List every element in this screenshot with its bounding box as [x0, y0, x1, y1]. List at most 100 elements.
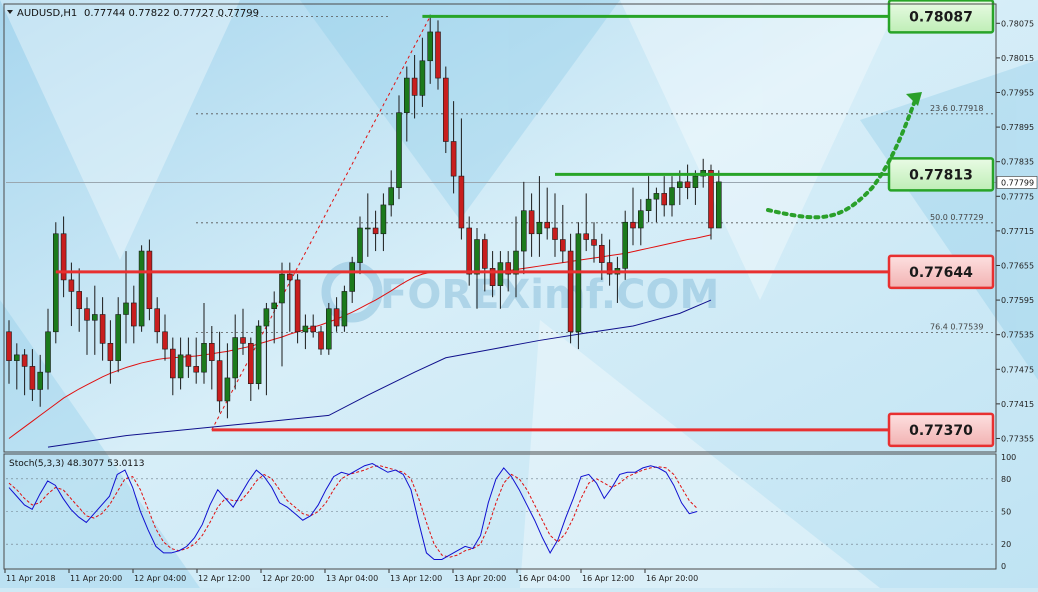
candle-body — [591, 239, 597, 246]
y-tick-label: 0.77535 — [1001, 331, 1034, 340]
candle-body — [669, 187, 675, 206]
candle-body — [349, 262, 356, 292]
candle-body — [481, 239, 488, 269]
candle-body — [544, 221, 551, 229]
x-tick-label: 12 Apr 12:00 — [198, 574, 250, 583]
candle-body — [692, 175, 699, 188]
candle-body — [411, 77, 418, 96]
candle-body — [708, 170, 714, 229]
candle-body — [302, 325, 309, 333]
candle-body — [364, 227, 371, 230]
candle-body — [209, 343, 215, 361]
candle-body — [661, 193, 668, 206]
fib-label-76.4: 76.4 0.77539 — [930, 322, 983, 331]
candle-body — [567, 250, 574, 333]
candle-body — [427, 31, 434, 62]
candle-body — [325, 308, 332, 350]
x-tick-label: 16 Apr 20:00 — [646, 574, 698, 583]
x-tick-label: 16 Apr 04:00 — [518, 574, 570, 583]
candle-body — [372, 227, 379, 235]
candle-body — [84, 308, 90, 321]
y-tick-label: 0.77655 — [1001, 261, 1034, 270]
candle-body — [271, 302, 278, 310]
candle-body — [676, 181, 683, 188]
y-tick-label: 0.78015 — [1001, 54, 1034, 63]
stoch-tick-label: 0 — [1001, 562, 1006, 571]
chart-canvas: FOREXimf.COM 23.6 0.77918 50.0 0.77729 76.… — [0, 0, 1038, 588]
candle-body — [357, 227, 363, 263]
candle-body — [442, 77, 449, 142]
candle-body — [622, 221, 629, 269]
candle-body — [403, 77, 410, 113]
stoch-tick-label: 50 — [1001, 508, 1011, 517]
candle-body — [435, 31, 441, 79]
candle-body — [458, 175, 465, 229]
candle-body — [575, 233, 582, 333]
candle-body — [170, 348, 176, 379]
y-tick-label: 0.77355 — [1001, 434, 1034, 443]
candle-body — [388, 187, 395, 206]
candle-body — [333, 308, 340, 327]
current-price-label: 0.77799 — [1001, 178, 1034, 187]
level-label-0.77813: 0.77813 — [909, 167, 973, 183]
candle-body — [255, 325, 262, 384]
candle-body — [286, 273, 293, 281]
level-label-0.77370: 0.77370 — [909, 423, 973, 439]
candle-body — [193, 366, 199, 373]
candle-body — [232, 337, 238, 379]
candle-body — [637, 210, 644, 229]
y-tick-label: 0.77595 — [1001, 296, 1034, 305]
candle-body — [14, 354, 20, 361]
candle-body — [630, 221, 636, 229]
candle-body — [341, 291, 348, 327]
watermark-text: FOREXimf.COM — [380, 272, 719, 318]
x-tick-label: 12 Apr 20:00 — [262, 574, 314, 583]
x-tick-label: 16 Apr 12:00 — [582, 574, 634, 583]
candle-body — [6, 331, 12, 361]
stoch-tick-label: 80 — [1001, 475, 1011, 484]
candle-body — [138, 250, 145, 327]
candle-body — [466, 227, 473, 275]
candle-body — [162, 331, 168, 350]
y-tick-label: 0.78075 — [1001, 19, 1034, 28]
candle-body — [419, 60, 426, 96]
candle-body — [68, 279, 75, 292]
y-tick-label: 0.77715 — [1001, 227, 1034, 236]
candle-body — [201, 343, 207, 373]
candle-body — [474, 239, 480, 275]
candle-body — [583, 233, 590, 240]
candle-body — [76, 291, 82, 310]
candle-body — [536, 221, 543, 235]
symbol-label: AUDUSD,H1 — [17, 8, 77, 19]
x-tick-label: 11 Apr 2018 — [6, 574, 55, 583]
candle-body — [123, 302, 129, 315]
x-tick-label: 13 Apr 04:00 — [326, 574, 378, 583]
x-tick-label: 13 Apr 12:00 — [390, 574, 442, 583]
candle-body — [520, 210, 527, 252]
candle-body — [396, 112, 402, 188]
candle-body — [131, 302, 137, 327]
y-tick-label: 0.77955 — [1001, 88, 1034, 97]
candle-body — [684, 181, 691, 188]
candle-body — [263, 308, 270, 327]
candle-body — [279, 273, 285, 304]
candle-body — [645, 198, 652, 212]
x-tick-label: 13 Apr 20:00 — [454, 574, 506, 583]
watermark: FOREXimf.COM — [321, 261, 719, 323]
fib-label-50.0: 50.0 0.77729 — [930, 213, 983, 222]
stoch-tick-label: 20 — [1001, 540, 1011, 549]
candle-body — [552, 227, 558, 240]
chart-root: FOREXimf.COM 23.6 0.77918 50.0 0.77729 76.… — [0, 0, 1038, 588]
candle-body — [99, 314, 106, 344]
candle-body — [248, 343, 254, 384]
candle-body — [107, 343, 114, 361]
y-tick-label: 0.77475 — [1001, 365, 1034, 374]
candle-body — [310, 325, 317, 333]
candle-body — [45, 331, 51, 373]
candle-body — [52, 233, 59, 333]
candle-body — [450, 141, 457, 177]
candle-body — [29, 366, 36, 390]
candle-body — [21, 354, 28, 367]
x-tick-label: 11 Apr 20:00 — [70, 574, 122, 583]
candle-body — [559, 239, 566, 252]
